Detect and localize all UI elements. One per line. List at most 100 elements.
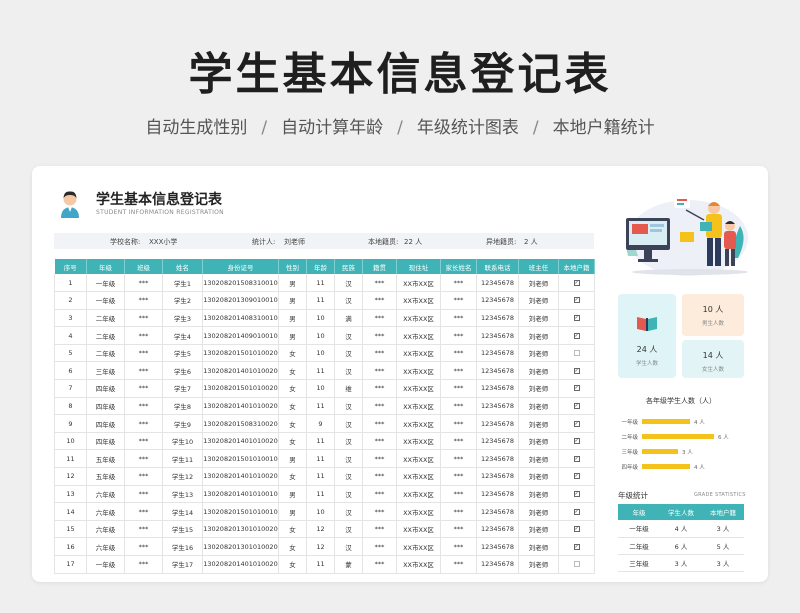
row-number-cell[interactable]: 17 <box>54 555 87 574</box>
origin-cell[interactable]: *** <box>362 432 397 451</box>
class-cell[interactable]: *** <box>124 502 163 521</box>
parent-name-cell[interactable]: *** <box>440 520 477 539</box>
address-cell[interactable]: XX市XX区 <box>396 485 441 504</box>
grade-cell[interactable]: 四年级 <box>86 432 125 451</box>
ethnicity-cell[interactable]: 汉 <box>334 291 363 310</box>
class-cell[interactable]: *** <box>124 361 163 381</box>
parent-name-cell[interactable]: *** <box>440 309 477 328</box>
parent-name-cell[interactable]: *** <box>440 485 477 504</box>
address-cell[interactable]: XX市XX区 <box>396 555 441 574</box>
origin-cell[interactable]: *** <box>362 502 397 521</box>
row-number-cell[interactable]: 10 <box>54 432 87 451</box>
age-cell[interactable]: 10 <box>306 326 335 345</box>
origin-cell[interactable]: *** <box>362 537 397 556</box>
class-cell[interactable]: *** <box>124 537 163 556</box>
address-cell[interactable]: XX市XX区 <box>396 274 441 293</box>
parent-name-cell[interactable]: *** <box>440 467 477 486</box>
id-number-cell[interactable]: 130208201508310010 <box>202 274 279 293</box>
id-number-cell[interactable]: 130208201309010010 <box>202 291 279 310</box>
grade-cell[interactable]: 六年级 <box>86 485 125 504</box>
gender-cell[interactable]: 男 <box>278 309 307 328</box>
ethnicity-cell[interactable]: 汉 <box>334 467 363 486</box>
origin-cell[interactable]: *** <box>362 414 397 433</box>
row-number-cell[interactable]: 3 <box>54 309 87 328</box>
grade-cell[interactable]: 二年级 <box>86 344 125 363</box>
address-cell[interactable]: XX市XX区 <box>396 467 441 486</box>
gender-cell[interactable]: 女 <box>278 555 307 574</box>
row-number-cell[interactable]: 11 <box>54 449 87 469</box>
row-number-cell[interactable]: 16 <box>54 537 87 556</box>
parent-name-cell[interactable]: *** <box>440 361 477 381</box>
teacher-cell[interactable]: 刘老师 <box>518 361 559 381</box>
address-cell[interactable]: XX市XX区 <box>396 520 441 539</box>
column-header[interactable]: 班级 <box>124 259 163 274</box>
column-header[interactable]: 姓名 <box>162 259 203 274</box>
gender-cell[interactable]: 女 <box>278 432 307 451</box>
origin-cell[interactable]: *** <box>362 467 397 486</box>
phone-cell[interactable]: 12345678 <box>476 379 519 398</box>
grade-cell[interactable]: 五年级 <box>86 467 125 486</box>
age-cell[interactable]: 11 <box>306 274 335 293</box>
gender-cell[interactable]: 男 <box>278 291 307 310</box>
origin-cell[interactable]: *** <box>362 449 397 469</box>
name-cell[interactable]: 学生15 <box>162 520 203 539</box>
class-cell[interactable]: *** <box>124 520 163 539</box>
teacher-cell[interactable]: 刘老师 <box>518 537 559 556</box>
address-cell[interactable]: XX市XX区 <box>396 291 441 310</box>
grade-cell[interactable]: 六年级 <box>86 520 125 539</box>
phone-cell[interactable]: 12345678 <box>476 414 519 433</box>
id-number-cell[interactable]: 130208201401010020 <box>202 467 279 486</box>
parent-name-cell[interactable]: *** <box>440 432 477 451</box>
age-cell[interactable]: 12 <box>306 520 335 539</box>
row-number-cell[interactable]: 13 <box>54 485 87 504</box>
local-household-checkbox[interactable]: ✓ <box>573 508 580 515</box>
address-cell[interactable]: XX市XX区 <box>396 537 441 556</box>
teacher-cell[interactable]: 刘老师 <box>518 344 559 363</box>
address-cell[interactable]: XX市XX区 <box>396 309 441 328</box>
gender-cell[interactable]: 女 <box>278 379 307 398</box>
ethnicity-cell[interactable]: 汉 <box>334 449 363 469</box>
address-cell[interactable]: XX市XX区 <box>396 397 441 416</box>
teacher-cell[interactable]: 刘老师 <box>518 414 559 433</box>
teacher-cell[interactable]: 刘老师 <box>518 520 559 539</box>
phone-cell[interactable]: 12345678 <box>476 537 519 556</box>
ethnicity-cell[interactable]: 汉 <box>334 520 363 539</box>
ethnicity-cell[interactable]: 汉 <box>334 344 363 363</box>
name-cell[interactable]: 学生14 <box>162 502 203 521</box>
class-cell[interactable]: *** <box>124 326 163 345</box>
origin-cell[interactable]: *** <box>362 397 397 416</box>
age-cell[interactable]: 11 <box>306 467 335 486</box>
class-cell[interactable]: *** <box>124 485 163 504</box>
age-cell[interactable]: 11 <box>306 291 335 310</box>
address-cell[interactable]: XX市XX区 <box>396 502 441 521</box>
local-household-checkbox[interactable]: ✓ <box>573 297 580 304</box>
column-header[interactable]: 家长姓名 <box>440 259 477 274</box>
stats-person-value[interactable]: 刘老师 <box>284 237 305 247</box>
teacher-cell[interactable]: 刘老师 <box>518 467 559 486</box>
phone-cell[interactable]: 12345678 <box>476 326 519 345</box>
id-number-cell[interactable]: 130208201501010020 <box>202 379 279 398</box>
name-cell[interactable]: 学生8 <box>162 397 203 416</box>
column-header[interactable]: 籍贯 <box>362 259 397 274</box>
name-cell[interactable]: 学生13 <box>162 485 203 504</box>
name-cell[interactable]: 学生5 <box>162 344 203 363</box>
name-cell[interactable]: 学生16 <box>162 537 203 556</box>
origin-cell[interactable]: *** <box>362 520 397 539</box>
parent-name-cell[interactable]: *** <box>440 555 477 574</box>
name-cell[interactable]: 学生11 <box>162 449 203 469</box>
row-number-cell[interactable]: 12 <box>54 467 87 486</box>
origin-cell[interactable]: *** <box>362 555 397 574</box>
teacher-cell[interactable]: 刘老师 <box>518 379 559 398</box>
grade-cell[interactable]: 一年级 <box>86 555 125 574</box>
grade-cell[interactable]: 六年级 <box>86 502 125 521</box>
id-number-cell[interactable]: 130208201401010020 <box>202 555 279 574</box>
teacher-cell[interactable]: 刘老师 <box>518 502 559 521</box>
parent-name-cell[interactable]: *** <box>440 379 477 398</box>
origin-cell[interactable]: *** <box>362 326 397 345</box>
ethnicity-cell[interactable]: 维 <box>334 379 363 398</box>
parent-name-cell[interactable]: *** <box>440 397 477 416</box>
ethnicity-cell[interactable]: 汉 <box>334 397 363 416</box>
phone-cell[interactable]: 12345678 <box>476 502 519 521</box>
grade-cell[interactable]: 五年级 <box>86 449 125 469</box>
local-household-checkbox[interactable]: ✓ <box>573 279 580 286</box>
